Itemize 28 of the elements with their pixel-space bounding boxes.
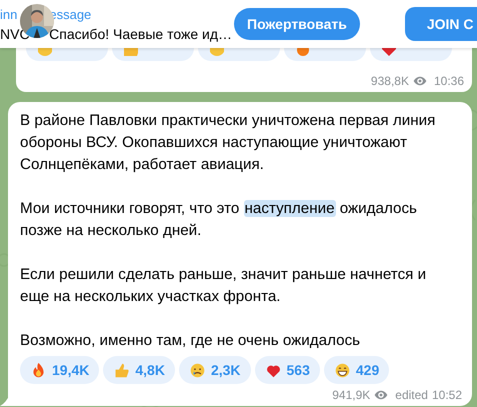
reaction-chip[interactable]: 429 — [324, 356, 390, 384]
message-paragraph: Если решили сделать раньше, значит раньше начнется и еще на нескольких участках фронта. — [20, 265, 428, 307]
eye-icon — [374, 390, 388, 400]
reaction-chip[interactable]: 563 — [254, 356, 320, 384]
eye-icon — [412, 76, 427, 86]
donate-button[interactable]: Пожертвовать — [234, 8, 360, 40]
search-highlight: наступление — [244, 200, 336, 217]
message-paragraph: Возможно, именно там, где не очень ожидалось — [20, 331, 362, 351]
thumbs-icon — [124, 48, 138, 56]
reaction-chip[interactable]: 19,4K — [20, 356, 100, 384]
fire-icon — [296, 48, 310, 56]
message-time: 10:52 — [432, 388, 462, 402]
reaction-chip[interactable]: 4,8K — [103, 356, 175, 384]
view-count: 941,9K — [332, 388, 370, 402]
reaction-chip[interactable] — [284, 48, 366, 61]
reaction-chip[interactable] — [370, 48, 452, 61]
thumbs-icon — [113, 362, 130, 378]
message-paragraph: Мои источники говорят, что это наступление ожидалось позже на несколько дней. — [20, 199, 418, 241]
pinned-title: inn — [0, 7, 18, 23]
heart-icon — [382, 48, 396, 56]
message-paragraph: В районе Павловки практически уничтожена первая линия обороны ВСУ. Окопавшихся наступающие уничтожают Солнцепёками, работает авиация. — [20, 111, 436, 175]
grin-icon — [334, 362, 351, 378]
join-button[interactable]: JOIN C — [404, 7, 477, 41]
reaction-chip[interactable]: 2,3K — [178, 356, 251, 384]
message-time: 10:36 — [434, 74, 464, 88]
edited-label: edited — [395, 388, 428, 402]
view-count: 938,8K — [370, 74, 409, 88]
pinned-preview: Спасибо! Чаевые тоже ид… — [49, 25, 232, 43]
